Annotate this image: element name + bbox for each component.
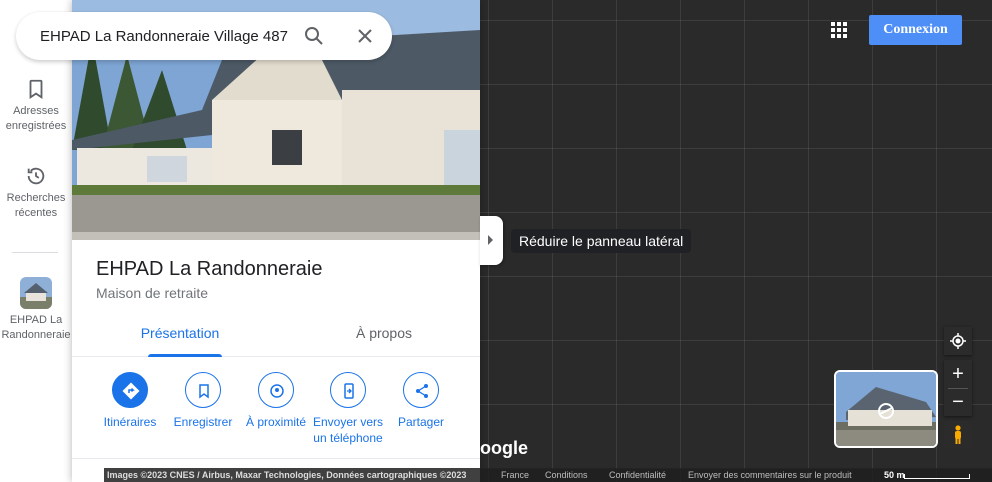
bookmark-icon xyxy=(185,372,221,408)
search-icon[interactable] xyxy=(302,24,326,48)
my-location-icon xyxy=(950,333,966,349)
place-title: EHPAD La Randonneraie xyxy=(96,258,323,280)
place-panel: EHPAD La Randonneraie Maison de retraite… xyxy=(72,0,480,482)
action-label: Partager xyxy=(397,415,445,429)
footer-link-privacy[interactable]: Confidentialité xyxy=(609,468,666,482)
zoom-control: + − xyxy=(944,360,972,416)
action-label: Itinéraires xyxy=(103,415,157,429)
send-to-phone-button[interactable]: Envoyer vers un téléphone xyxy=(309,372,387,446)
rail-divider xyxy=(12,252,58,253)
my-location-button[interactable] xyxy=(944,327,972,355)
save-button[interactable]: Enregistrer xyxy=(166,372,240,430)
action-label: Envoyer vers un téléphone xyxy=(312,415,384,445)
place-thumbnail xyxy=(20,277,52,309)
footer-link-feedback[interactable]: Envoyer des commentaires sur le produit xyxy=(688,468,852,482)
scale-label[interactable]: 50 m xyxy=(884,468,905,482)
street-view-thumbnail[interactable] xyxy=(834,370,938,448)
rail-item-saved[interactable]: Adresses enregistrées xyxy=(0,78,72,134)
footer-link-country[interactable]: France xyxy=(501,468,529,482)
share-button[interactable]: Partager xyxy=(384,372,458,430)
rail-item-label: Adresses enregistrées xyxy=(5,105,67,132)
close-icon[interactable] xyxy=(353,24,377,48)
map-footer: Images ©2023 CNES / Airbus, Maxar Techno… xyxy=(104,468,992,482)
history-icon xyxy=(27,167,45,185)
search-box xyxy=(16,12,392,60)
share-icon xyxy=(403,372,439,408)
zoom-in-button[interactable]: + xyxy=(944,360,972,388)
tab-overview[interactable]: Présentation xyxy=(78,315,282,357)
action-bar: Itinéraires Enregistrer À proximité Envo… xyxy=(96,372,460,452)
tab-about[interactable]: À propos xyxy=(282,315,486,357)
chevron-right-icon xyxy=(488,235,493,245)
rail-item-label: Recherches récentes xyxy=(6,192,66,219)
nearby-button[interactable]: À proximité xyxy=(239,372,313,430)
directions-icon xyxy=(112,372,148,408)
footer-link-terms[interactable]: Conditions xyxy=(545,468,588,482)
scale-bar[interactable] xyxy=(904,474,970,479)
rail-item-recent-place[interactable]: EHPAD La Randonneraie xyxy=(0,277,72,343)
google-logo: oogle xyxy=(480,438,528,458)
login-button[interactable]: Connexion xyxy=(869,15,962,45)
pegman-icon xyxy=(955,425,961,444)
send-to-phone-icon xyxy=(330,372,366,408)
panel-divider xyxy=(72,458,480,459)
bookmark-icon xyxy=(29,79,43,99)
street-view-image xyxy=(836,372,936,446)
collapse-panel-button[interactable] xyxy=(480,216,503,265)
collapse-tooltip: Réduire le panneau latéral xyxy=(511,229,692,253)
place-tabs: Présentation À propos xyxy=(72,315,480,357)
apps-grid-icon[interactable] xyxy=(827,18,851,42)
nearby-icon xyxy=(258,372,294,408)
left-rail: Adresses enregistrées Recherches récente… xyxy=(0,0,72,482)
action-label: Enregistrer xyxy=(173,415,233,429)
rail-item-recent[interactable]: Recherches récentes xyxy=(0,165,72,221)
place-category[interactable]: Maison de retraite xyxy=(96,285,208,301)
attribution-text: Images ©2023 CNES / Airbus, Maxar Techno… xyxy=(107,470,467,480)
search-input[interactable] xyxy=(40,24,288,48)
pegman-button[interactable] xyxy=(944,421,972,449)
action-label: À proximité xyxy=(245,415,307,429)
directions-button[interactable]: Itinéraires xyxy=(93,372,167,430)
rail-item-label: EHPAD La Randonneraie xyxy=(1,314,71,341)
zoom-out-button[interactable]: − xyxy=(944,388,972,416)
